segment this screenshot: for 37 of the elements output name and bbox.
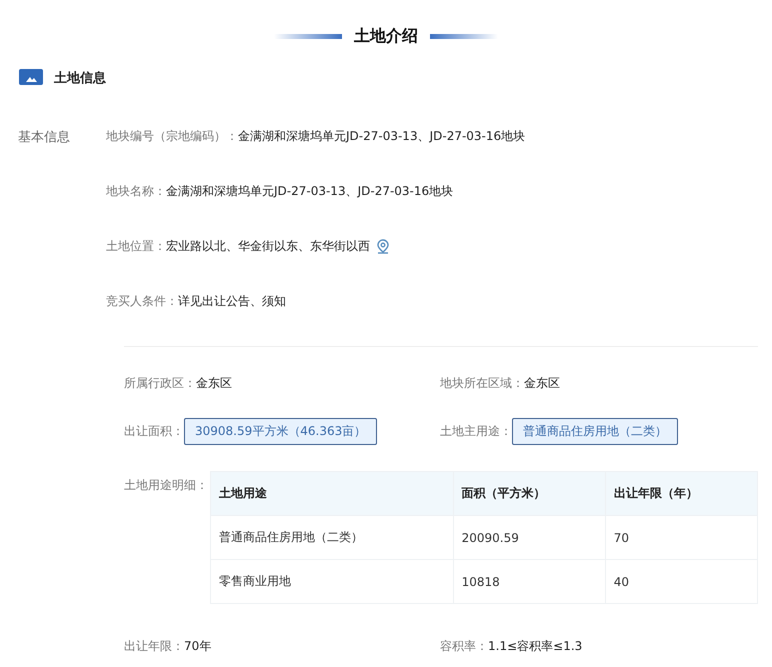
field-label: 地块编号（宗地编码）：	[106, 128, 238, 145]
column-header: 面积（平方米）	[453, 472, 606, 516]
field-label: 土地位置：	[106, 238, 166, 255]
field-value: 金满湖和深塘坞单元JD-27-03-13、JD-27-03-16地块	[238, 128, 526, 145]
title-decoration	[430, 34, 498, 38]
field-value: 金东区	[524, 375, 560, 392]
location-pin-icon[interactable]	[376, 238, 390, 254]
image-icon	[18, 68, 44, 88]
field-value: 详见出让公告、须知	[178, 293, 286, 310]
table-cell: 70	[605, 516, 758, 560]
field-label: 竞买人条件：	[106, 293, 178, 310]
table-cell: 10818	[453, 560, 606, 604]
field-label: 出让面积：	[124, 423, 184, 440]
field-value: 金满湖和深塘坞单元JD-27-03-13、JD-27-03-16地块	[166, 183, 454, 200]
title-decoration	[274, 34, 342, 38]
field-label: 容积率：	[440, 638, 488, 655]
table-cell: 20090.59	[453, 516, 606, 560]
group-label: 基本信息	[17, 129, 71, 147]
column-header: 土地用途	[210, 472, 454, 516]
table-cell: 普通商品住房用地（二类）	[210, 516, 454, 560]
field-label: 地块名称：	[106, 183, 166, 200]
field-value: 宏业路以北、华金街以东、东华街以西	[166, 238, 370, 255]
field-label: 地块所在区域：	[440, 375, 524, 392]
field-label: 土地用途明细：	[124, 477, 209, 494]
page-title: 土地介绍	[354, 26, 418, 46]
table-cell: 零售商业用地	[210, 560, 454, 604]
field-label: 土地主用途：	[440, 423, 512, 440]
section-title: 土地信息	[54, 70, 106, 87]
field-value: 金东区	[196, 375, 232, 392]
value-tag: 30908.59平方米（46.363亩）	[184, 418, 378, 445]
field-label: 出让年限：	[124, 638, 184, 655]
field-label: 所属行政区：	[124, 375, 196, 392]
value-tag: 普通商品住房用地（二类）	[512, 418, 678, 445]
field-value: 1.1≤容积率≤1.3	[488, 638, 582, 655]
table-cell: 40	[605, 560, 758, 604]
column-header: 出让年限（年）	[605, 472, 758, 516]
field-value: 70年	[184, 638, 212, 655]
